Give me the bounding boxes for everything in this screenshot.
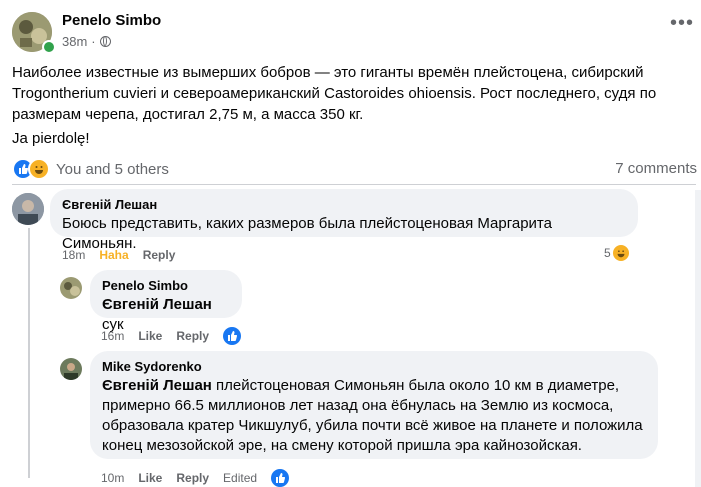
haha-reaction-icon <box>612 245 629 261</box>
post-text: Наиболее известные из вымерших бобров — … <box>12 64 657 123</box>
scrollbar-track[interactable] <box>695 190 701 487</box>
commenter-avatar[interactable] <box>60 358 82 380</box>
reply-actions: 16m Like Reply <box>101 327 242 345</box>
reactions-text: You and 5 others <box>56 160 169 178</box>
mention-tag[interactable]: Євгеній Лешан <box>102 377 212 394</box>
commenter-avatar[interactable] <box>12 193 44 225</box>
post-divider <box>12 184 696 185</box>
comment-author[interactable]: Євгеній Лешан <box>62 197 626 212</box>
haha-button[interactable]: Haha <box>99 248 128 262</box>
reply-bubble: Mike Sydorenko Євгеній Лешан плейстоцено… <box>90 351 658 459</box>
reply-time[interactable]: 16m <box>101 329 124 343</box>
post-extra-text: Ja pierdolę! <box>12 130 90 147</box>
like-button[interactable]: Like <box>138 471 162 485</box>
reply-button[interactable]: Reply <box>176 471 209 485</box>
commenter-avatar[interactable] <box>60 277 82 299</box>
comment-actions: 18m Haha Reply <box>62 248 175 262</box>
post-meta: 38m · <box>62 34 111 49</box>
comment-time[interactable]: 18m <box>62 248 85 262</box>
more-options-button[interactable]: ••• <box>670 13 694 33</box>
haha-reaction-icon <box>28 158 50 180</box>
reactions-summary[interactable]: You and 5 others <box>12 158 169 180</box>
like-button[interactable]: Like <box>138 329 162 343</box>
post-author-name[interactable]: Penelo Simbo <box>62 12 161 29</box>
edited-label: Edited <box>223 471 258 485</box>
reaction-count: 5 <box>604 246 611 260</box>
globe-icon <box>99 36 111 47</box>
comment-text: Боюсь представить, каких размеров была п… <box>62 215 552 252</box>
like-reaction-icon[interactable] <box>271 469 290 487</box>
reply-author[interactable]: Penelo Simbo <box>102 278 230 293</box>
reply-actions: 10m Like Reply Edited <box>101 469 290 487</box>
reply-time[interactable]: 10m <box>101 471 124 485</box>
online-status-dot <box>42 40 56 54</box>
reply-button[interactable]: Reply <box>143 248 176 262</box>
post-time[interactable]: 38m <box>62 34 87 49</box>
comment-reaction-count[interactable]: 5 <box>604 245 629 261</box>
like-reaction-icon[interactable] <box>223 327 242 345</box>
reply-button[interactable]: Reply <box>176 329 209 343</box>
reply-author[interactable]: Mike Sydorenko <box>102 359 646 374</box>
meta-separator: · <box>91 34 96 49</box>
comments-count[interactable]: 7 comments <box>615 160 697 177</box>
comment-bubble: Євгеній Лешан Боюсь представить, каких р… <box>50 189 638 252</box>
reply-bubble: Penelo Simbo Євгеній Лешан сук <box>90 270 242 333</box>
mention-tag[interactable]: Євгеній Лешан <box>102 296 212 313</box>
thread-line <box>28 228 30 478</box>
